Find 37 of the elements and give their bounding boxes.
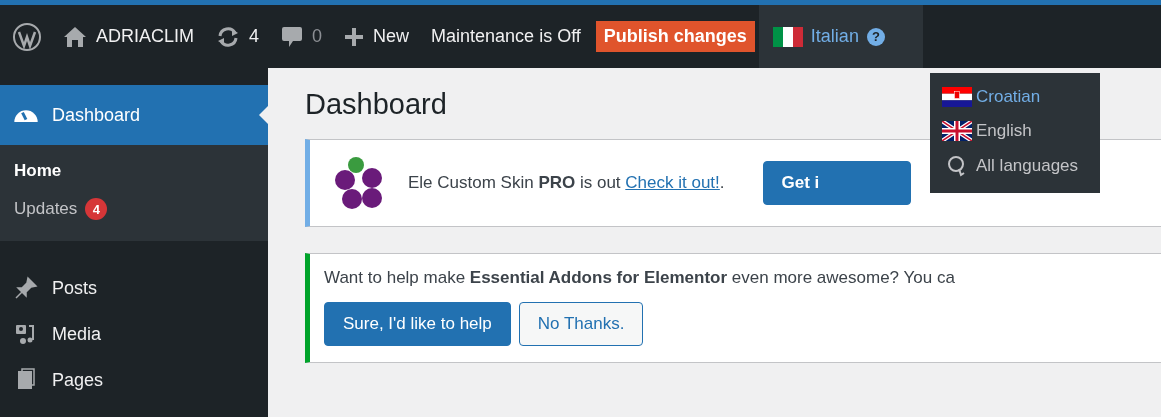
- language-option[interactable]: All languages: [930, 149, 1100, 183]
- menu-item[interactable]: Dashboard: [0, 85, 268, 145]
- current-menu-pointer: [259, 106, 268, 124]
- updates-link[interactable]: 4: [205, 5, 271, 68]
- translate-icon: [946, 155, 966, 177]
- italy-flag-icon: [772, 26, 803, 47]
- language-option[interactable]: English: [930, 115, 1100, 147]
- submenu-item[interactable]: Updates 4: [0, 193, 268, 225]
- refresh-icon: [216, 25, 240, 48]
- help-button[interactable]: Sure, I'd like to help: [324, 302, 511, 346]
- publish-changes-button[interactable]: Publish changes: [595, 21, 755, 52]
- page-title: Dashboard: [305, 88, 447, 121]
- get-it-button[interactable]: Get i: [762, 161, 911, 205]
- uk-flag-icon: [942, 121, 972, 141]
- language-option[interactable]: Croatian: [930, 81, 1100, 113]
- menu-item[interactable]: Pages: [0, 357, 268, 403]
- submenu-item[interactable]: Home: [0, 155, 268, 187]
- home-icon: [63, 25, 87, 48]
- new-link[interactable]: New: [333, 5, 421, 68]
- plus-icon: [344, 26, 365, 47]
- gauge-icon: [14, 108, 38, 122]
- notice-text: Want to help make Essential Addons for Elementor even more awesome? You ca: [324, 268, 956, 288]
- maintenance-status[interactable]: Maintenance is Off: [420, 5, 592, 68]
- site-name-link[interactable]: ADRIACLIM: [52, 5, 205, 68]
- pin-icon: [14, 276, 38, 300]
- wordpress-logo-icon[interactable]: [12, 21, 42, 52]
- notice-text: Ele Custom Skin PRO is out Check it out!.: [408, 173, 725, 193]
- count-badge: 4: [85, 198, 108, 220]
- language-switcher[interactable]: Italian ?: [758, 5, 923, 68]
- croatia-flag-icon: [942, 87, 972, 107]
- menu-item[interactable]: Media: [0, 311, 268, 357]
- check-it-out-link[interactable]: Check it out!: [625, 173, 720, 192]
- comment-icon: [281, 24, 304, 49]
- comments-link[interactable]: 0: [270, 5, 334, 68]
- menu-item[interactable]: Posts: [0, 265, 268, 311]
- no-thanks-button[interactable]: No Thanks.: [518, 302, 644, 346]
- help-icon: ?: [866, 27, 885, 46]
